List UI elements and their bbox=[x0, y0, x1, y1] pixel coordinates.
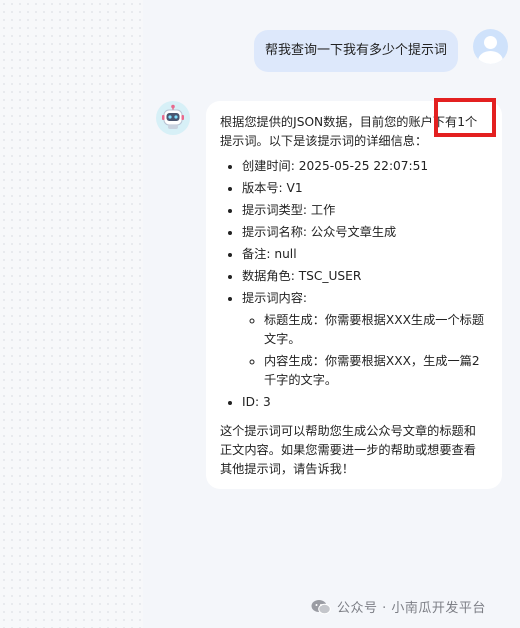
list-item-id: ID: 3 bbox=[242, 393, 488, 412]
sub-item-title: 标题生成：你需要根据XXX生成一个标题文字。 bbox=[264, 311, 488, 349]
prompt-content-sublist: 标题生成：你需要根据XXX生成一个标题文字。 内容生成：你需要根据XXX，生成一… bbox=[242, 311, 488, 390]
watermark-text: 公众号 · 小南瓜开发平台 bbox=[337, 601, 486, 616]
prompt-detail-list: 创建时间: 2025-05-25 22:07:51 版本号: V1 提示词类型:… bbox=[220, 157, 488, 412]
list-item-name: 提示词名称: 公众号文章生成 bbox=[242, 223, 488, 242]
list-item-version: 版本号: V1 bbox=[242, 179, 488, 198]
list-item-remark: 备注: null bbox=[242, 245, 488, 264]
robot-avatar-icon bbox=[156, 101, 190, 135]
list-item-created: 创建时间: 2025-05-25 22:07:51 bbox=[242, 157, 488, 176]
watermark: 公众号 · 小南瓜开发平台 bbox=[311, 597, 486, 616]
user-message-bubble: 帮我查询一下我有多少个提示词 bbox=[254, 30, 458, 72]
avatar-body bbox=[478, 51, 503, 64]
user-message-text: 帮我查询一下我有多少个提示词 bbox=[264, 43, 447, 58]
list-item-role: 数据角色: TSC_USER bbox=[242, 267, 488, 286]
user-avatar-icon[interactable] bbox=[473, 29, 508, 64]
content-label: 提示词内容: bbox=[242, 291, 308, 305]
bot-message-bubble: 根据您提供的JSON数据，目前您的账户下有1个提示词。以下是该提示词的详细信息：… bbox=[206, 101, 502, 489]
sidebar-background bbox=[0, 0, 143, 628]
bot-outro-text: 这个提示词可以帮助您生成公众号文章的标题和正文内容。如果您需要进一步的帮助或想要… bbox=[220, 424, 476, 476]
list-item-type: 提示词类型: 工作 bbox=[242, 201, 488, 220]
wechat-icon bbox=[311, 599, 331, 614]
avatar-head bbox=[484, 36, 497, 49]
list-item-content: 提示词内容: 标题生成：你需要根据XXX生成一个标题文字。 内容生成：你需要根据… bbox=[242, 289, 488, 390]
sub-item-content: 内容生成：你需要根据XXX，生成一篇2千字的文字。 bbox=[264, 352, 488, 390]
highlight-annotation bbox=[434, 98, 496, 137]
